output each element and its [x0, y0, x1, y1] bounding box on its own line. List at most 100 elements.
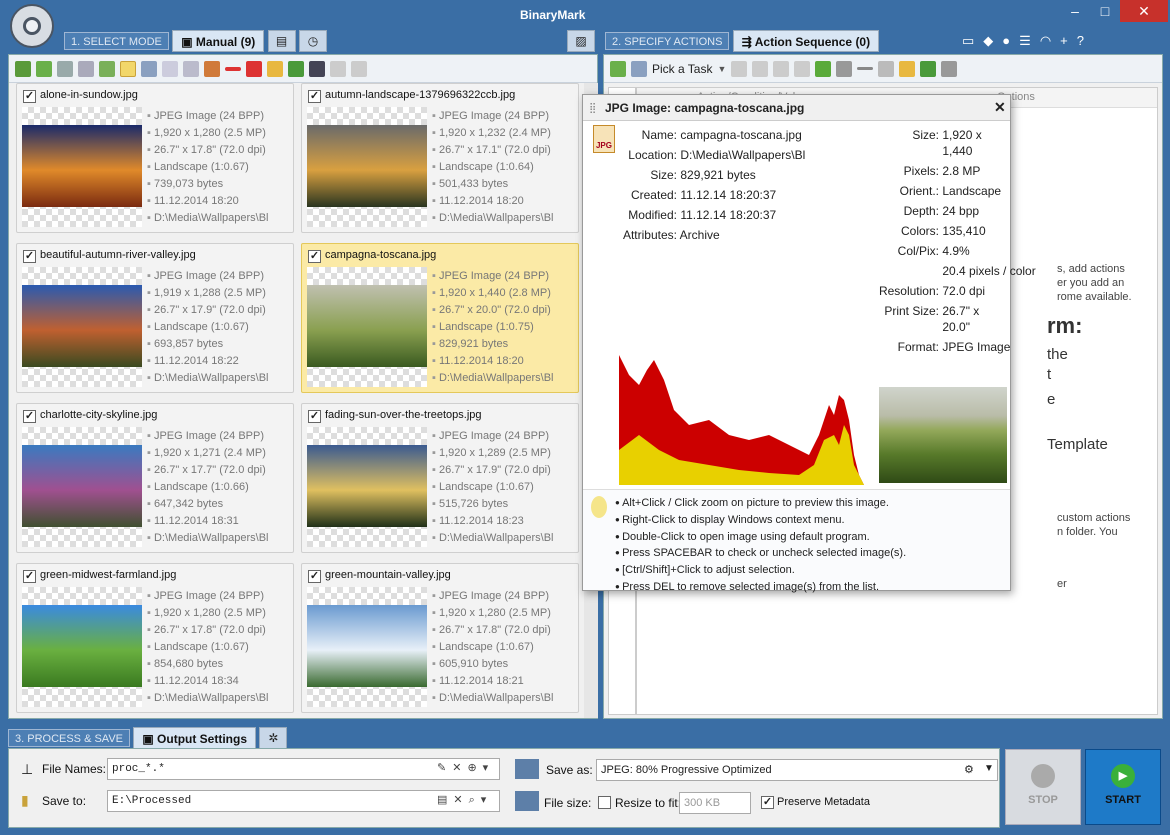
image-checkbox[interactable]: ✓	[23, 250, 36, 263]
format-options-icon[interactable]: ⚙	[964, 763, 974, 776]
new-sequence-icon[interactable]	[920, 60, 937, 77]
image-card[interactable]: ✓ green-midwest-farmland.jpg JPEG Image (2…	[16, 563, 294, 713]
chevron-down-icon[interactable]: ▾	[481, 794, 493, 806]
page-icon[interactable]	[162, 60, 178, 77]
image-checkbox[interactable]: ✓	[23, 90, 36, 103]
image-checkbox[interactable]: ✓	[23, 570, 36, 583]
paste-icon[interactable]	[351, 60, 367, 77]
tab-output-options[interactable]: ✲	[259, 727, 288, 749]
preview-thumbnail[interactable]	[879, 387, 1007, 483]
image-card[interactable]: ✓alone-in-sundow.jpgJPEG Image (24 BPP)1…	[16, 83, 294, 233]
stop-button[interactable]: STOP	[1005, 749, 1081, 825]
chevron-down-icon[interactable]: ▼	[984, 763, 994, 774]
maximize-button[interactable]: □	[1090, 0, 1120, 22]
image-checkbox[interactable]: ✓	[308, 410, 321, 423]
help-icon[interactable]: ?	[1077, 33, 1093, 48]
clear-actions-icon[interactable]	[878, 60, 895, 77]
lightbulb-icon[interactable]: ●	[1002, 33, 1019, 48]
save-as-select[interactable]: JPEG: 80% Progressive Optimized	[596, 759, 998, 781]
image-thumbnail[interactable]	[307, 285, 427, 367]
resize-size-input[interactable]: 300 KB	[679, 792, 751, 814]
add-icon[interactable]: +	[1060, 33, 1077, 48]
save-list-icon[interactable]	[309, 60, 325, 77]
meta-bytes: 829,921 bytes	[432, 336, 554, 353]
image-thumbnail[interactable]	[307, 605, 427, 687]
image-card[interactable]: ✓ charlotte-city-skyline.jpg JPEG Image (2…	[16, 403, 294, 553]
image-checkbox[interactable]: ✓	[308, 90, 321, 103]
remove-action-icon[interactable]	[857, 67, 874, 70]
add-images-icon[interactable]	[15, 60, 31, 77]
new-folder-icon[interactable]	[288, 60, 304, 77]
tab-output-settings[interactable]: ▣ Output Settings	[133, 727, 257, 749]
image-thumbnail[interactable]	[22, 605, 142, 687]
copy-icon[interactable]	[330, 60, 346, 77]
image-thumbnail[interactable]	[22, 125, 142, 207]
tab-action-sequence[interactable]: ⇶ Action Sequence (0)	[732, 30, 880, 52]
chevron-down-icon[interactable]: ▾	[483, 762, 495, 774]
close-window-button[interactable]: ✕	[1120, 0, 1168, 22]
console-icon[interactable]: ▭	[962, 33, 983, 48]
image-card[interactable]: ✓ green-mountain-valley.jpg JPEG Image (24…	[301, 563, 579, 713]
open-folder-icon[interactable]	[267, 60, 283, 77]
edit-icon[interactable]: ✎	[437, 762, 452, 774]
move-right-icon[interactable]	[794, 60, 811, 77]
popup-close-button[interactable]: ✕	[994, 99, 1006, 116]
image-card[interactable]: ✓ beautiful-autumn-river-valley.jpg JPEG I…	[16, 243, 294, 393]
view-mode-icon[interactable]	[141, 60, 157, 77]
export-icon[interactable]	[99, 60, 115, 77]
preview-toggle-button[interactable]: ▨	[567, 30, 595, 52]
open-sequence-icon[interactable]	[899, 60, 916, 77]
checklist-icon[interactable]: ☰	[1019, 33, 1040, 48]
image-checkbox[interactable]: ✓	[308, 250, 321, 263]
browse-icon[interactable]: ▤	[437, 794, 453, 806]
thumbnail-view-icon[interactable]	[120, 60, 136, 77]
start-button[interactable]: ▶ START	[1085, 749, 1161, 825]
remove-icon[interactable]	[225, 66, 241, 71]
clear-icon[interactable]: ✕	[452, 762, 467, 774]
meta-print: 26.7" x 17.7" (72.0 dpi)	[147, 462, 269, 479]
meta-date: 11.12.2014 18:23	[432, 513, 554, 530]
image-checkbox[interactable]: ✓	[23, 410, 36, 423]
add-folder-icon[interactable]	[36, 60, 52, 77]
meta-orient: Landscape (1:0.67)	[147, 319, 269, 336]
image-card[interactable]: ✓ autumn-landscape-1379696322ccb.jpg JPEG …	[301, 83, 579, 233]
popup-row: Size: 829,921 bytes	[593, 168, 755, 182]
tab-scheduler[interactable]: ◷	[298, 30, 327, 52]
image-checkbox[interactable]: ✓	[308, 570, 321, 583]
image-thumbnail[interactable]	[307, 445, 427, 527]
add-action-icon[interactable]	[610, 60, 626, 77]
filter-icon[interactable]	[183, 60, 199, 77]
find-icon[interactable]	[57, 60, 73, 77]
move-down-icon[interactable]	[752, 60, 769, 77]
save-sequence-icon[interactable]	[941, 60, 958, 77]
tab-folder-watch[interactable]: ▤	[267, 30, 296, 52]
image-thumbnail[interactable]	[307, 125, 427, 207]
image-metadata: JPEG Image (24 BPP)1,919 x 1,288 (2.5 MP…	[147, 268, 269, 387]
pick-task-dropdown[interactable]: Pick a Task	[652, 62, 712, 76]
resize-checkbox[interactable]	[598, 796, 611, 809]
image-card[interactable]: ✓ fading-sun-over-the-treetops.jpg JPEG Im…	[301, 403, 579, 553]
add-condition-icon[interactable]	[815, 60, 832, 77]
image-thumbnail[interactable]	[22, 445, 142, 527]
insert-icon[interactable]: ⊕	[467, 762, 482, 774]
preserve-metadata-checkbox[interactable]: ✓	[761, 796, 774, 809]
meta-bytes: 693,857 bytes	[147, 336, 269, 353]
popup-tip: Alt+Click / Click zoom on picture to pre…	[583, 495, 1010, 512]
shield-icon[interactable]: ◆	[983, 33, 1002, 48]
clear-icon[interactable]: ✕	[453, 794, 468, 806]
app-menu-gear-icon[interactable]	[10, 4, 54, 48]
remove-all-icon[interactable]	[246, 60, 262, 77]
move-left-icon[interactable]	[773, 60, 790, 77]
move-up-icon[interactable]	[731, 60, 748, 77]
meta-bytes: 854,680 bytes	[147, 656, 269, 673]
settings-icon[interactable]	[836, 60, 853, 77]
sort-icon[interactable]	[204, 60, 220, 77]
search-icon[interactable]: ⌕	[469, 794, 481, 806]
print-icon[interactable]	[78, 60, 94, 77]
image-card[interactable]: ✓ campagna-toscana.jpg JPEG Image (24 BPP)…	[301, 243, 579, 393]
meta-bytes: 501,433 bytes	[432, 176, 554, 193]
tab-manual[interactable]: ▣ Manual (9)	[172, 30, 265, 52]
minimize-button[interactable]: –	[1060, 0, 1090, 22]
wifi-icon[interactable]: ◠	[1040, 33, 1060, 48]
image-thumbnail[interactable]	[22, 285, 142, 367]
